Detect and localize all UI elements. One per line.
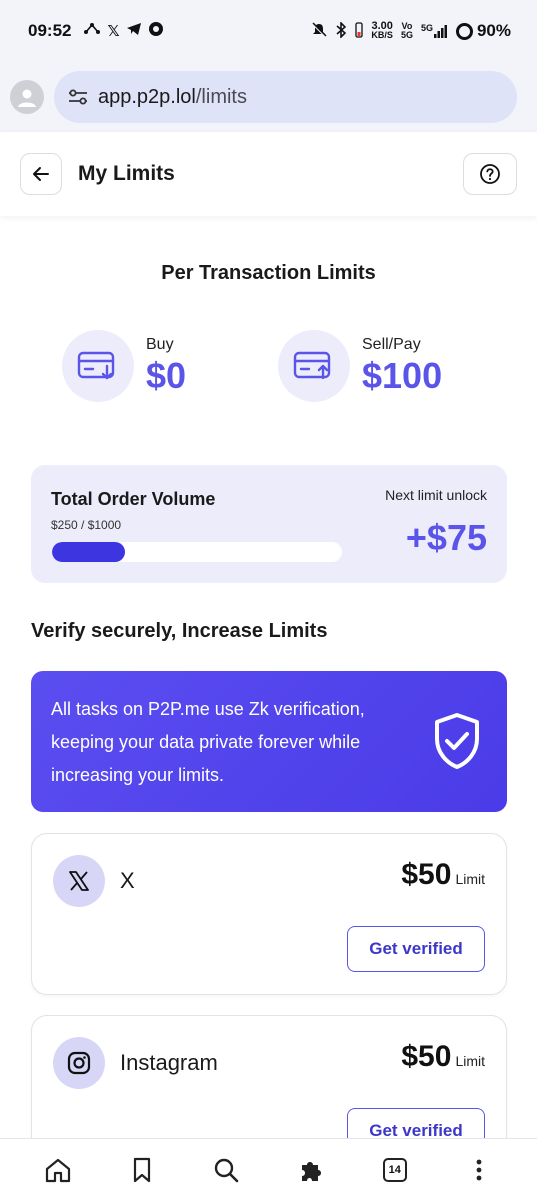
sell-label: Sell/Pay xyxy=(362,336,421,353)
browser-bottom-nav: 14 xyxy=(0,1138,537,1200)
extensions-puzzle-icon[interactable] xyxy=(291,1150,331,1190)
signal-icon: 5G xyxy=(421,24,448,38)
task-limit-unit: Limit xyxy=(455,871,485,887)
task-limit-unit: Limit xyxy=(455,1053,485,1069)
home-icon[interactable] xyxy=(38,1150,78,1190)
battery-icon xyxy=(455,22,473,40)
back-button[interactable] xyxy=(20,153,62,195)
site-settings-icon[interactable] xyxy=(66,85,90,109)
buy-amount: $0 xyxy=(146,355,187,396)
next-unlock-amount: +$75 xyxy=(405,517,487,558)
task-limit: $50 Limit xyxy=(401,858,485,892)
net-speed-unit: KB/S xyxy=(371,30,393,40)
buy-limit: Buy $0 xyxy=(62,330,186,402)
sell-limit: Sell/Pay $100 xyxy=(278,330,442,402)
address-bar[interactable]: app.p2p.lol/limits xyxy=(54,71,517,123)
data-saver-icon xyxy=(355,21,364,41)
card-upload-icon xyxy=(278,330,350,402)
per-transaction-heading: Per Transaction Limits xyxy=(161,262,376,284)
buy-label: Buy xyxy=(146,336,174,353)
order-volume-card: Total Order Volume $250 / $1000 Next lim… xyxy=(31,465,507,583)
shield-check-icon xyxy=(431,711,483,782)
x-logo-icon xyxy=(53,855,105,907)
task-name: X xyxy=(120,868,135,893)
order-volume-progress-fill xyxy=(52,542,125,562)
url-path: /limits xyxy=(195,85,247,108)
whatsapp-icon xyxy=(148,21,164,41)
bookmark-icon[interactable] xyxy=(122,1150,162,1190)
help-button[interactable] xyxy=(463,153,517,195)
task-name: Instagram xyxy=(120,1050,218,1075)
profile-avatar[interactable] xyxy=(10,80,44,114)
network-share-icon xyxy=(83,22,101,40)
card-download-icon xyxy=(62,330,134,402)
task-limit: $50 Limit xyxy=(401,1040,485,1074)
telegram-icon xyxy=(126,22,142,40)
get-verified-x-button[interactable]: Get verified xyxy=(347,926,485,972)
signal-type-label: 5G xyxy=(420,23,433,33)
task-limit-value: $50 xyxy=(401,858,452,891)
more-menu-icon[interactable] xyxy=(459,1150,499,1190)
browser-toolbar: app.p2p.lol/limits xyxy=(0,62,537,132)
page-title: My Limits xyxy=(78,162,175,185)
zk-info-banner: All tasks on P2P.me use Zk verification,… xyxy=(31,671,507,812)
status-bar: 09:52 𝕏 3.00 KB/S Vo 5G 5G 90% xyxy=(0,0,537,62)
verify-heading: Verify securely, Increase Limits xyxy=(31,620,328,642)
arrow-left-icon xyxy=(33,167,49,181)
sell-amount: $100 xyxy=(362,355,443,396)
tab-switcher-button[interactable]: 14 xyxy=(375,1150,415,1190)
task-limit-value: $50 xyxy=(401,1040,452,1073)
instagram-logo-icon xyxy=(53,1037,105,1089)
zk-banner-text: All tasks on P2P.me use Zk verification,… xyxy=(51,699,365,785)
next-unlock-label: Next limit unlock xyxy=(385,487,487,503)
tab-count: 14 xyxy=(382,1157,407,1182)
mute-icon xyxy=(311,21,327,41)
clock: 09:52 xyxy=(28,21,72,40)
x-app-icon: 𝕏 xyxy=(107,23,120,40)
task-card-x: X $50 Limit Get verified xyxy=(31,833,507,995)
search-icon[interactable] xyxy=(206,1150,246,1190)
order-volume-progress-bar xyxy=(52,542,342,562)
battery-percent: 90% xyxy=(476,21,511,40)
person-icon xyxy=(18,89,36,107)
help-icon xyxy=(480,164,500,184)
page-header: My Limits xyxy=(0,132,537,216)
bluetooth-icon xyxy=(335,20,347,41)
url-domain: app.p2p.lol xyxy=(98,85,196,108)
volte-sub-label: 5G xyxy=(400,30,413,40)
